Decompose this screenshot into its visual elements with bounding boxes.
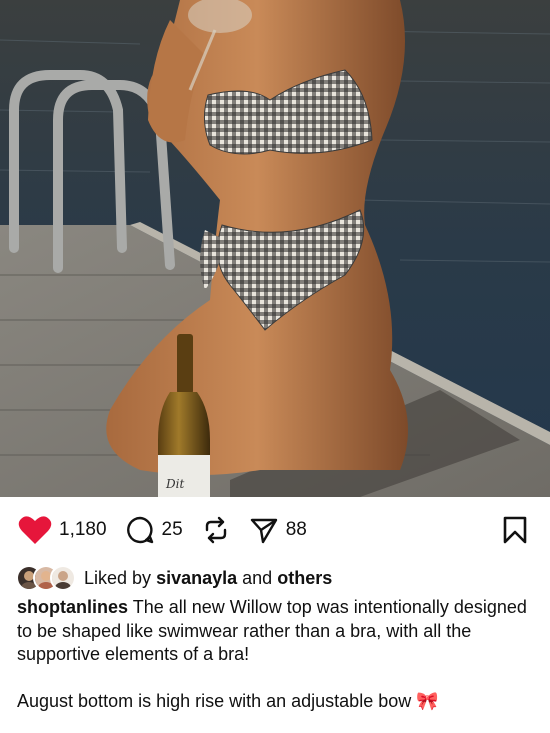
repost-icon: [205, 516, 226, 544]
repost-button[interactable]: [201, 515, 231, 545]
caption-paragraph: shoptanlines The all new Willow top was …: [17, 596, 537, 667]
likes-row[interactable]: Liked by sivanayla and others: [16, 563, 332, 593]
comment-icon: [126, 516, 153, 544]
heart-icon: [18, 516, 52, 544]
liked-by-prefix: Liked by: [84, 567, 152, 588]
send-icon: [250, 518, 277, 544]
post-image[interactable]: Dit: [0, 0, 550, 497]
post-caption: shoptanlines The all new Willow top was …: [17, 596, 537, 733]
liker-username[interactable]: sivanayla: [156, 568, 237, 588]
liker-avatars[interactable]: [16, 565, 76, 591]
liked-by-others[interactable]: others: [277, 568, 332, 588]
liked-by-and: and: [242, 567, 273, 588]
comment-count: 25: [161, 519, 183, 540]
comment-button[interactable]: 25: [125, 515, 183, 545]
caption-text-2: August bottom is high rise with an adjus…: [17, 691, 412, 711]
bow-emoji-icon: 🎀: [416, 691, 439, 711]
share-button[interactable]: 88: [249, 515, 307, 545]
caption-username[interactable]: shoptanlines: [17, 597, 128, 617]
bottle-label-text: Dit: [165, 477, 184, 491]
post-action-bar: 1,180 25 88: [0, 497, 550, 563]
caption-paragraph-2: August bottom is high rise with an adjus…: [17, 690, 537, 714]
like-count: 1,180: [59, 519, 107, 540]
bookmark-icon: [503, 516, 527, 544]
liked-by-text: Liked by sivanayla and others: [84, 568, 332, 589]
like-button[interactable]: 1,180: [18, 515, 107, 545]
avatar[interactable]: [50, 565, 76, 591]
share-count: 88: [285, 519, 307, 540]
save-button[interactable]: [502, 515, 528, 550]
